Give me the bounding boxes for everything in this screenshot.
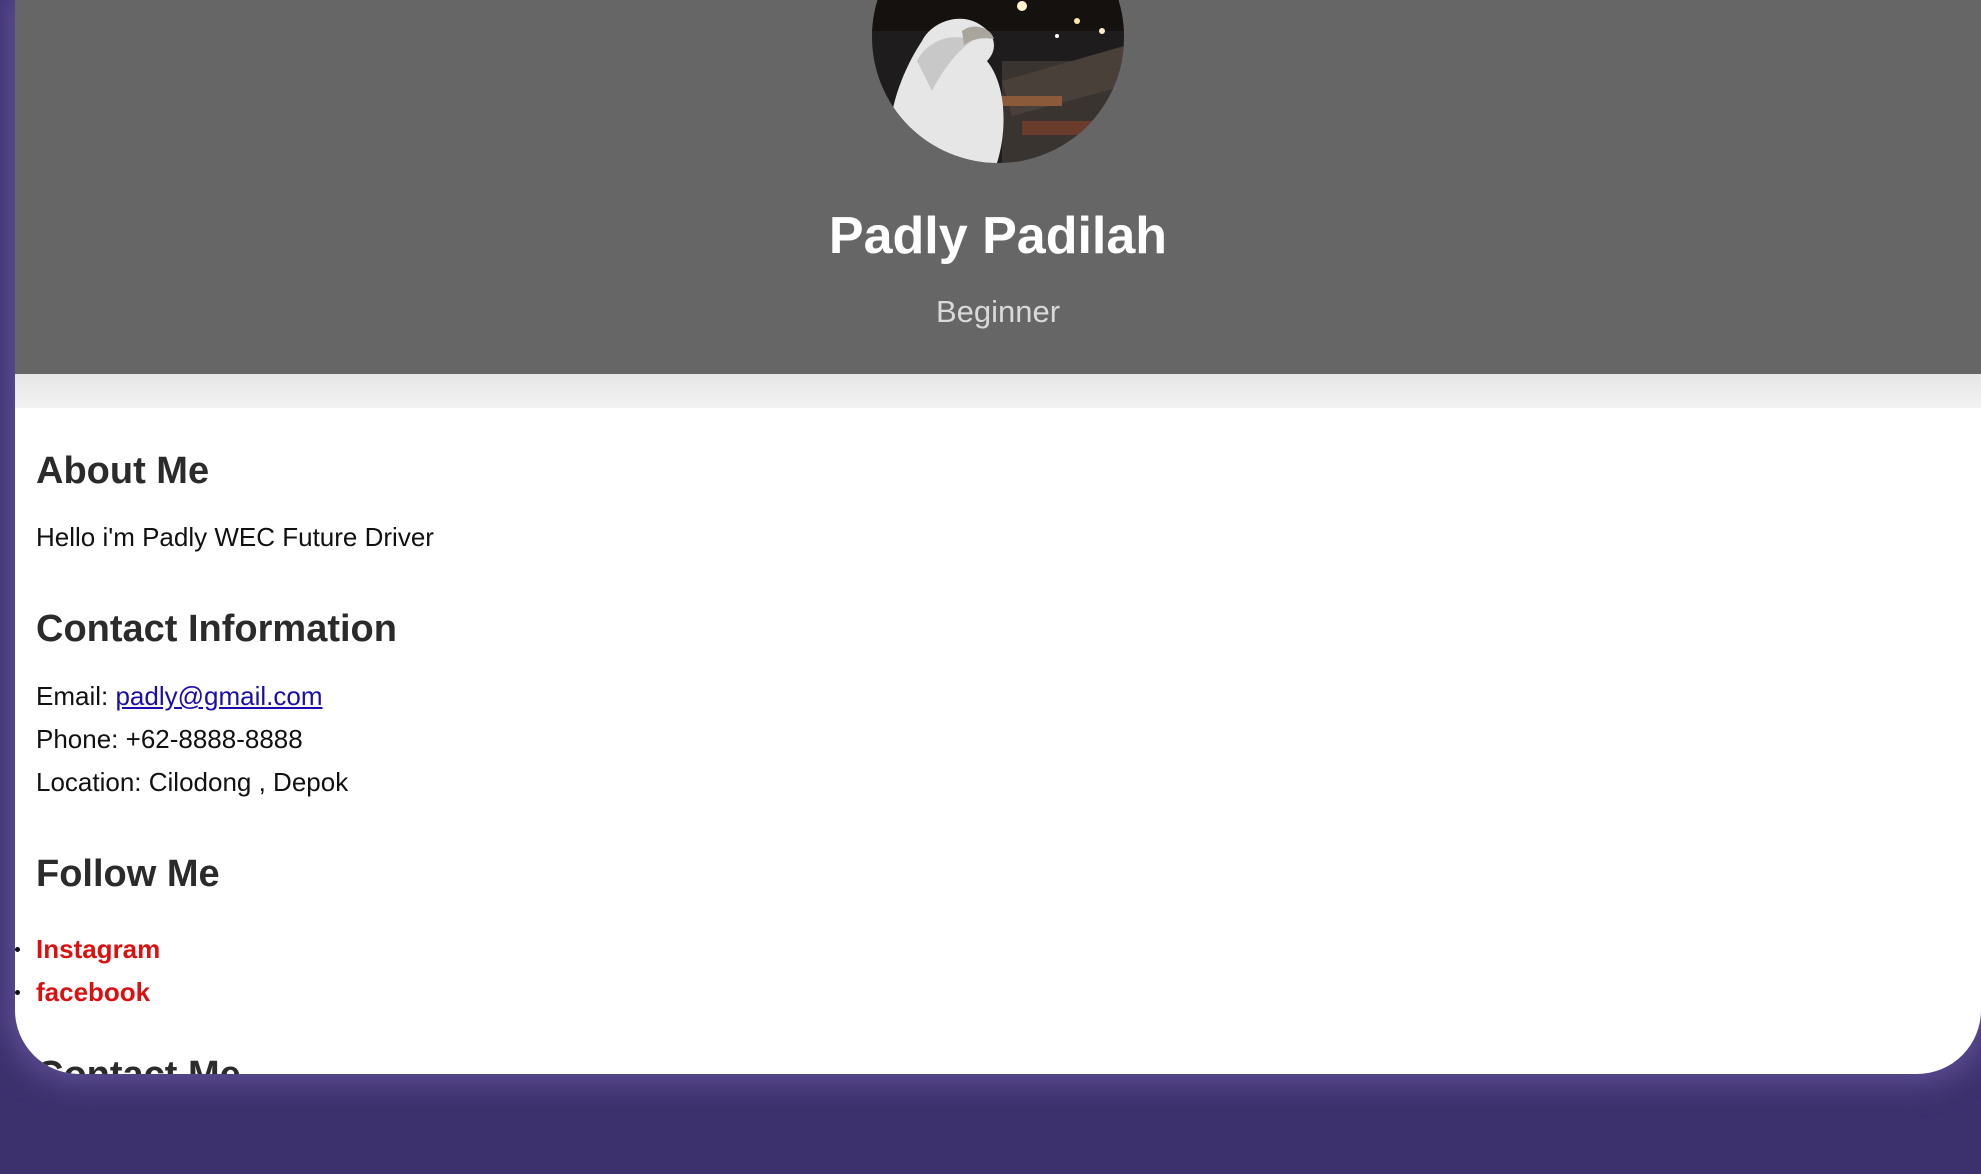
about-text: Hello i'm Padly WEC Future Driver — [36, 522, 434, 552]
location-line: Location: Cilodong , Depok — [36, 767, 349, 797]
bullet-icon — [15, 990, 20, 995]
bullet-icon — [15, 947, 20, 952]
facebook-link[interactable]: facebook — [36, 977, 150, 1007]
instagram-link[interactable]: Instagram — [36, 934, 160, 964]
profile-content: About Me Hello i'm Padly WEC Future Driv… — [15, 408, 1981, 1074]
viewport: Padly Padilah Beginner About Me Hello i'… — [0, 0, 1981, 1174]
email-link[interactable]: padly@gmail.com — [115, 681, 322, 711]
header-divider — [15, 374, 1981, 408]
profile-name: Padly Padilah — [828, 207, 1168, 265]
social-links: Instagram facebook — [15, 928, 160, 1014]
follow-title: Follow Me — [36, 853, 220, 895]
phone-line: Phone: +62-8888-8888 — [36, 724, 303, 754]
contact-title: Contact Information — [36, 608, 397, 650]
profile-page: Padly Padilah Beginner About Me Hello i'… — [15, 0, 1981, 1074]
email-label: Email: — [36, 681, 116, 711]
about-title: About Me — [36, 450, 210, 492]
avatar — [872, 0, 1124, 163]
contact-me-title: Contact Me — [36, 1052, 241, 1074]
profile-header: Padly Padilah Beginner — [15, 0, 1981, 374]
list-item: facebook — [15, 971, 160, 1014]
list-item: Instagram — [15, 928, 160, 971]
profile-role: Beginner — [935, 294, 1061, 329]
email-line: Email: padly@gmail.com — [36, 679, 323, 713]
